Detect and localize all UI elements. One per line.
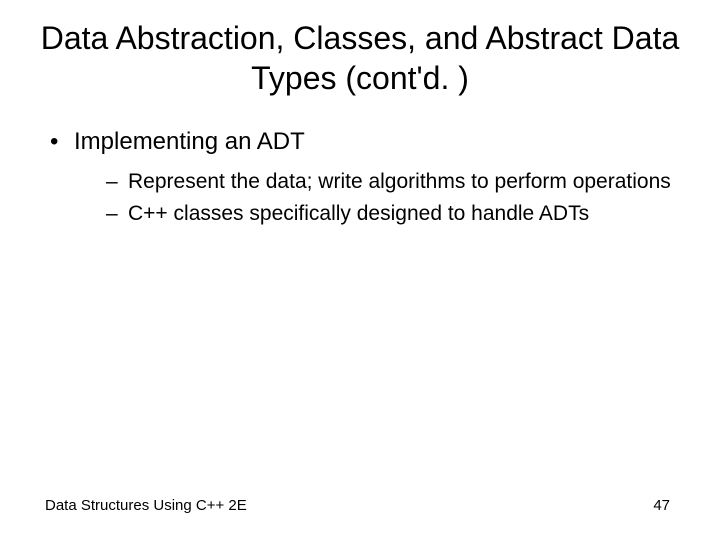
bullet-level2: Represent the data; write algorithms to … xyxy=(106,168,690,195)
bullet-level1: Implementing an ADT xyxy=(50,126,690,158)
footer-source: Data Structures Using C++ 2E xyxy=(45,497,247,514)
slide-title: Data Abstraction, Classes, and Abstract … xyxy=(30,18,690,98)
slide-footer: Data Structures Using C++ 2E 47 xyxy=(45,497,670,514)
page-number: 47 xyxy=(653,497,670,514)
bullet-level2: C++ classes specifically designed to han… xyxy=(106,200,690,227)
sub-bullet-list: Represent the data; write algorithms to … xyxy=(50,168,690,227)
slide-content: Implementing an ADT Represent the data; … xyxy=(30,126,690,227)
slide: Data Abstraction, Classes, and Abstract … xyxy=(0,0,720,540)
